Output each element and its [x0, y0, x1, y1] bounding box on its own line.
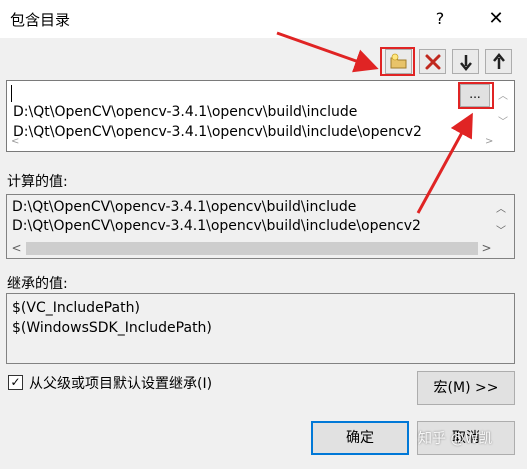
annotation-arrow	[416, 112, 473, 214]
watermark: 知乎 @W凯	[418, 431, 493, 447]
annotation-arrows	[276, 31, 473, 214]
annotation-arrow	[276, 31, 379, 73]
